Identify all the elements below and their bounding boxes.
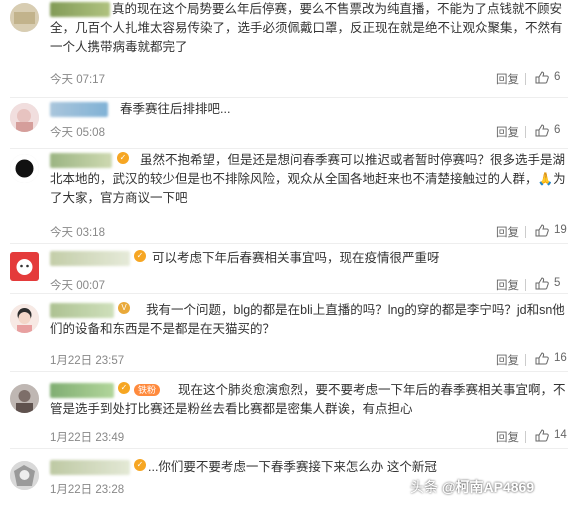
like-count: 14 (554, 429, 567, 441)
avatar[interactable] (10, 252, 39, 281)
watermark: 头条 @柯南AP4869 (410, 477, 534, 497)
reply-button[interactable]: 回复 (496, 224, 519, 240)
timestamp: 1月22日 23:49 (50, 432, 125, 444)
timestamp: 今天 05:08 (50, 127, 105, 139)
thumbs-up-icon[interactable] (535, 224, 549, 237)
avatar[interactable] (10, 103, 39, 132)
comment-text: 我有一个问题，blg的都是在bli上直播的吗？lng的穿的都是李宁吗？jd和sn… (50, 303, 565, 336)
reply-button[interactable]: 回复 (496, 429, 519, 445)
comment-item: 真的现在这个局势要么年后停赛，要么不售票改为纯直播，不能为了点钱就不顾安全，几百… (0, 0, 578, 98)
timestamp: 今天 03:18 (50, 227, 105, 239)
separator (525, 431, 526, 443)
timestamp: 1月22日 23:28 (50, 484, 125, 496)
comment-item: ✓ 铁粉 现在这个肺炎愈演愈烈，要不要考虑一下年后的春季赛相关事宜啊，不管是选手… (0, 381, 578, 447)
comment-item: 春季赛往后排排吧... 今天 05:08 回复 6 (0, 100, 578, 148)
comment-item: V 我有一个问题，blg的都是在bli上直播的吗？lng的穿的都是李宁吗？jd和… (0, 301, 578, 371)
thumbs-up-icon[interactable] (535, 124, 549, 137)
separator (525, 279, 526, 291)
thumbs-up-icon[interactable] (535, 352, 549, 365)
avatar[interactable] (10, 304, 39, 333)
divider (10, 293, 568, 294)
separator (525, 126, 526, 138)
comment-item: ✓ 虽然不抱希望，但是还是想问春季赛可以推迟或者暂时停赛吗？很多选手是湖北本地的… (0, 151, 578, 243)
comment-text: 可以考虑下年后春赛相关事宜吗，现在疫情很严重呀 (152, 251, 440, 265)
divider (10, 371, 568, 372)
separator (525, 73, 526, 85)
comment-text: 真的现在这个局势要么年后停赛，要么不售票改为纯直播，不能为了点钱就不顾安全，几百… (50, 2, 563, 54)
like-count: 6 (554, 71, 561, 83)
reply-button[interactable]: 回复 (496, 277, 519, 293)
comment-item: ✓ 可以考虑下年后春赛相关事宜吗，现在疫情很严重呀 今天 00:07 回复 5 (0, 249, 578, 294)
avatar[interactable] (10, 154, 39, 183)
divider (10, 97, 568, 98)
divider (10, 448, 568, 449)
reply-button[interactable]: 回复 (496, 124, 519, 140)
comment-text: 虽然不抱希望，但是还是想问春季赛可以推迟或者暂时停赛吗？很多选手是湖北本地的，武… (50, 153, 566, 205)
comment-text: 现在这个肺炎愈演愈烈，要不要考虑一下年后的春季赛相关事宜啊，不管是选手到处打比赛… (50, 383, 566, 416)
divider (10, 148, 568, 149)
divider (10, 243, 568, 244)
reply-button[interactable]: 回复 (496, 71, 519, 87)
timestamp: 1月22日 23:57 (50, 355, 125, 367)
avatar[interactable] (10, 384, 39, 413)
timestamp: 今天 00:07 (50, 280, 105, 292)
thumbs-up-icon[interactable] (535, 71, 549, 84)
separator (525, 354, 526, 366)
avatar[interactable] (10, 461, 39, 490)
like-count: 19 (554, 224, 567, 236)
watermark-handle: @柯南AP4869 (441, 479, 535, 495)
comment-text: ...你们要不要考虑一下春季赛接下来怎么办 这个新冠 (148, 460, 437, 474)
like-count: 16 (554, 352, 567, 364)
separator (525, 226, 526, 238)
reply-button[interactable]: 回复 (496, 352, 519, 368)
like-count: 5 (554, 277, 561, 289)
timestamp: 今天 07:17 (50, 74, 105, 86)
comment-text: 春季赛往后排排吧... (120, 102, 231, 116)
avatar[interactable] (10, 3, 39, 32)
watermark-prefix: 头条 (410, 479, 438, 495)
thumbs-up-icon[interactable] (535, 429, 549, 442)
like-count: 6 (554, 124, 561, 136)
thumbs-up-icon[interactable] (535, 277, 549, 290)
